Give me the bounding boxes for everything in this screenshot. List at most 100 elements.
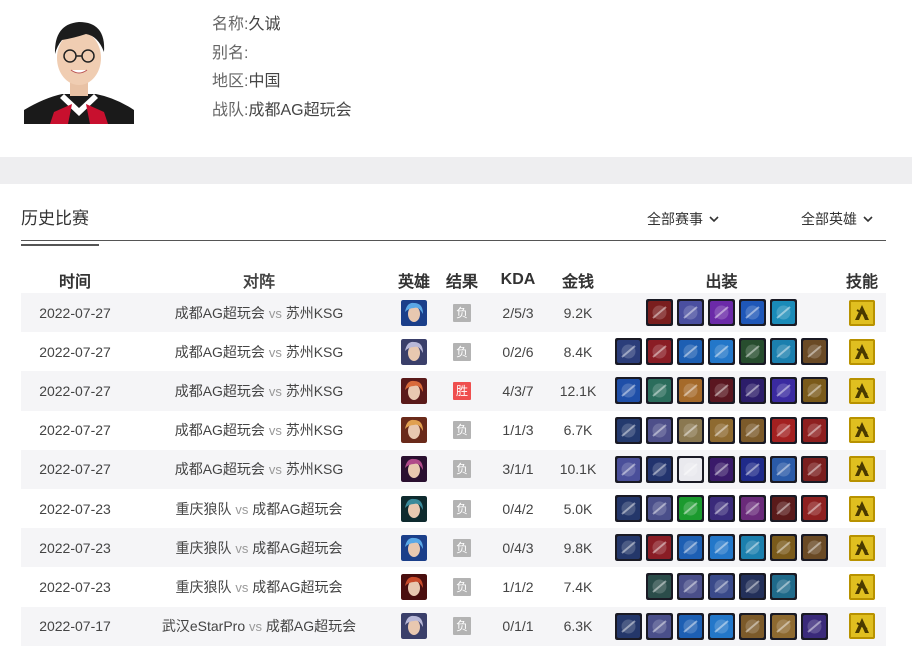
hero-portrait-icon[interactable]	[401, 417, 427, 444]
equipment-item-icon[interactable]	[801, 338, 828, 366]
equipment-item-icon[interactable]	[708, 338, 735, 366]
equipment-item-icon[interactable]	[739, 573, 766, 601]
summoner-skill-icon[interactable]	[849, 613, 875, 640]
equipment-item-icon[interactable]	[801, 612, 828, 640]
equipment-item-icon[interactable]	[801, 455, 828, 483]
hero-portrait-icon[interactable]	[401, 338, 427, 365]
hero-portrait-icon[interactable]	[401, 534, 427, 561]
result-cell: 负	[439, 538, 485, 557]
equipment-item-icon[interactable]	[801, 495, 828, 523]
match-teams[interactable]: 成都AG超玩会 vs 苏州KSG	[129, 303, 389, 323]
tab-history[interactable]: 历史比赛	[21, 204, 99, 246]
equipment-item-icon[interactable]	[801, 416, 828, 444]
equipment-item-icon[interactable]	[646, 299, 673, 327]
equipment-item-icon[interactable]	[801, 377, 828, 405]
equipment-item-icon[interactable]	[615, 495, 642, 523]
summoner-skill-icon[interactable]	[849, 456, 875, 483]
summoner-skill-icon[interactable]	[849, 495, 875, 522]
equipment-item-icon[interactable]	[677, 299, 704, 327]
equipment-item-icon[interactable]	[739, 338, 766, 366]
equipment-item-icon[interactable]	[739, 612, 766, 640]
summoner-skill-icon[interactable]	[849, 417, 875, 444]
summoner-skill-icon[interactable]	[849, 534, 875, 561]
section-divider	[0, 157, 912, 184]
equipment-item-icon[interactable]	[708, 299, 735, 327]
hero-portrait-icon[interactable]	[401, 456, 427, 483]
table-row[interactable]: 2022-07-23 重庆狼队 vs 成都AG超玩会 负 0/4/3 9.8K	[21, 528, 886, 568]
match-teams[interactable]: 成都AG超玩会 vs 苏州KSG	[129, 381, 389, 401]
equipment-item-icon[interactable]	[615, 455, 642, 483]
equipment-item-icon[interactable]	[739, 416, 766, 444]
table-row[interactable]: 2022-07-27 成都AG超玩会 vs 苏州KSG 胜 4/3/7 12.1…	[21, 371, 886, 411]
equipment-item-icon[interactable]	[770, 299, 797, 327]
equipment-item-icon[interactable]	[708, 534, 735, 562]
equipment-item-icon[interactable]	[646, 416, 673, 444]
hero-portrait-icon[interactable]	[401, 377, 427, 404]
table-row[interactable]: 2022-07-27 成都AG超玩会 vs 苏州KSG 负 2/5/3 9.2K	[21, 293, 886, 333]
equipment-item-icon[interactable]	[770, 416, 797, 444]
equipment-item-icon[interactable]	[739, 299, 766, 327]
equipment-item-icon[interactable]	[708, 416, 735, 444]
equipment-item-icon[interactable]	[739, 455, 766, 483]
summoner-skill-icon[interactable]	[849, 573, 875, 600]
hero-portrait-icon[interactable]	[401, 573, 427, 600]
match-teams[interactable]: 成都AG超玩会 vs 苏州KSG	[129, 342, 389, 362]
table-row[interactable]: 2022-07-27 成都AG超玩会 vs 苏州KSG 负 1/1/3 6.7K	[21, 411, 886, 450]
equipment-item-icon[interactable]	[677, 338, 704, 366]
equipment-item-icon[interactable]	[770, 495, 797, 523]
table-row[interactable]: 2022-07-23 重庆狼队 vs 成都AG超玩会 负 1/1/2 7.4K	[21, 567, 886, 606]
equipment-item-icon[interactable]	[677, 455, 704, 483]
equipment-item-icon[interactable]	[646, 495, 673, 523]
table-row[interactable]: 2022-07-27 成都AG超玩会 vs 苏州KSG 负 3/1/1 10.1…	[21, 449, 886, 489]
equipment-item-icon[interactable]	[677, 416, 704, 444]
summoner-skill-icon[interactable]	[849, 338, 875, 365]
match-teams[interactable]: 成都AG超玩会 vs 苏州KSG	[129, 459, 389, 479]
equipment-item-icon[interactable]	[739, 495, 766, 523]
equipment-item-icon[interactable]	[708, 377, 735, 405]
equipment-item-icon[interactable]	[708, 612, 735, 640]
match-teams[interactable]: 重庆狼队 vs 成都AG超玩会	[129, 538, 389, 558]
match-teams[interactable]: 重庆狼队 vs 成都AG超玩会	[129, 499, 389, 519]
equipment-item-icon[interactable]	[770, 573, 797, 601]
equipment-item-icon[interactable]	[770, 455, 797, 483]
equipment-item-icon[interactable]	[739, 377, 766, 405]
equipment-item-icon[interactable]	[615, 377, 642, 405]
equipment-item-icon[interactable]	[646, 534, 673, 562]
table-row[interactable]: 2022-07-23 重庆狼队 vs 成都AG超玩会 负 0/4/2 5.0K	[21, 489, 886, 528]
equipment-item-icon[interactable]	[646, 377, 673, 405]
equipment-item-icon[interactable]	[770, 338, 797, 366]
equipment-item-icon[interactable]	[770, 377, 797, 405]
table-row[interactable]: 2022-07-17 武汉eStarPro vs 成都AG超玩会 负 0/1/1…	[21, 606, 886, 646]
hero-portrait-icon[interactable]	[401, 613, 427, 640]
table-row[interactable]: 2022-07-27 成都AG超玩会 vs 苏州KSG 负 0/2/6 8.4K	[21, 332, 886, 371]
equipment-item-icon[interactable]	[770, 534, 797, 562]
equipment-item-icon[interactable]	[708, 495, 735, 523]
equipment-item-icon[interactable]	[615, 612, 642, 640]
equipment-item-icon[interactable]	[646, 573, 673, 601]
event-filter-dropdown[interactable]: 全部赛事	[647, 209, 719, 229]
equipment-item-icon[interactable]	[677, 495, 704, 523]
match-teams[interactable]: 重庆狼队 vs 成都AG超玩会	[129, 577, 389, 597]
equipment-item-icon[interactable]	[615, 534, 642, 562]
equipment-item-icon[interactable]	[646, 455, 673, 483]
summoner-skill-icon[interactable]	[849, 377, 875, 404]
summoner-skill-icon[interactable]	[849, 299, 875, 326]
equipment-item-icon[interactable]	[770, 612, 797, 640]
equipment-item-icon[interactable]	[677, 612, 704, 640]
equipment-item-icon[interactable]	[801, 534, 828, 562]
equipment-item-icon[interactable]	[677, 573, 704, 601]
match-teams[interactable]: 成都AG超玩会 vs 苏州KSG	[129, 420, 389, 440]
equipment-item-icon[interactable]	[615, 338, 642, 366]
equipment-item-icon[interactable]	[646, 338, 673, 366]
equipment-item-icon[interactable]	[677, 534, 704, 562]
hero-portrait-icon[interactable]	[401, 299, 427, 326]
match-teams[interactable]: 武汉eStarPro vs 成都AG超玩会	[129, 616, 389, 636]
equipment-item-icon[interactable]	[677, 377, 704, 405]
equipment-item-icon[interactable]	[646, 612, 673, 640]
equipment-item-icon[interactable]	[615, 416, 642, 444]
equipment-item-icon[interactable]	[739, 534, 766, 562]
hero-filter-dropdown[interactable]: 全部英雄	[801, 209, 873, 229]
hero-portrait-icon[interactable]	[401, 495, 427, 522]
equipment-item-icon[interactable]	[708, 455, 735, 483]
equipment-item-icon[interactable]	[708, 573, 735, 601]
